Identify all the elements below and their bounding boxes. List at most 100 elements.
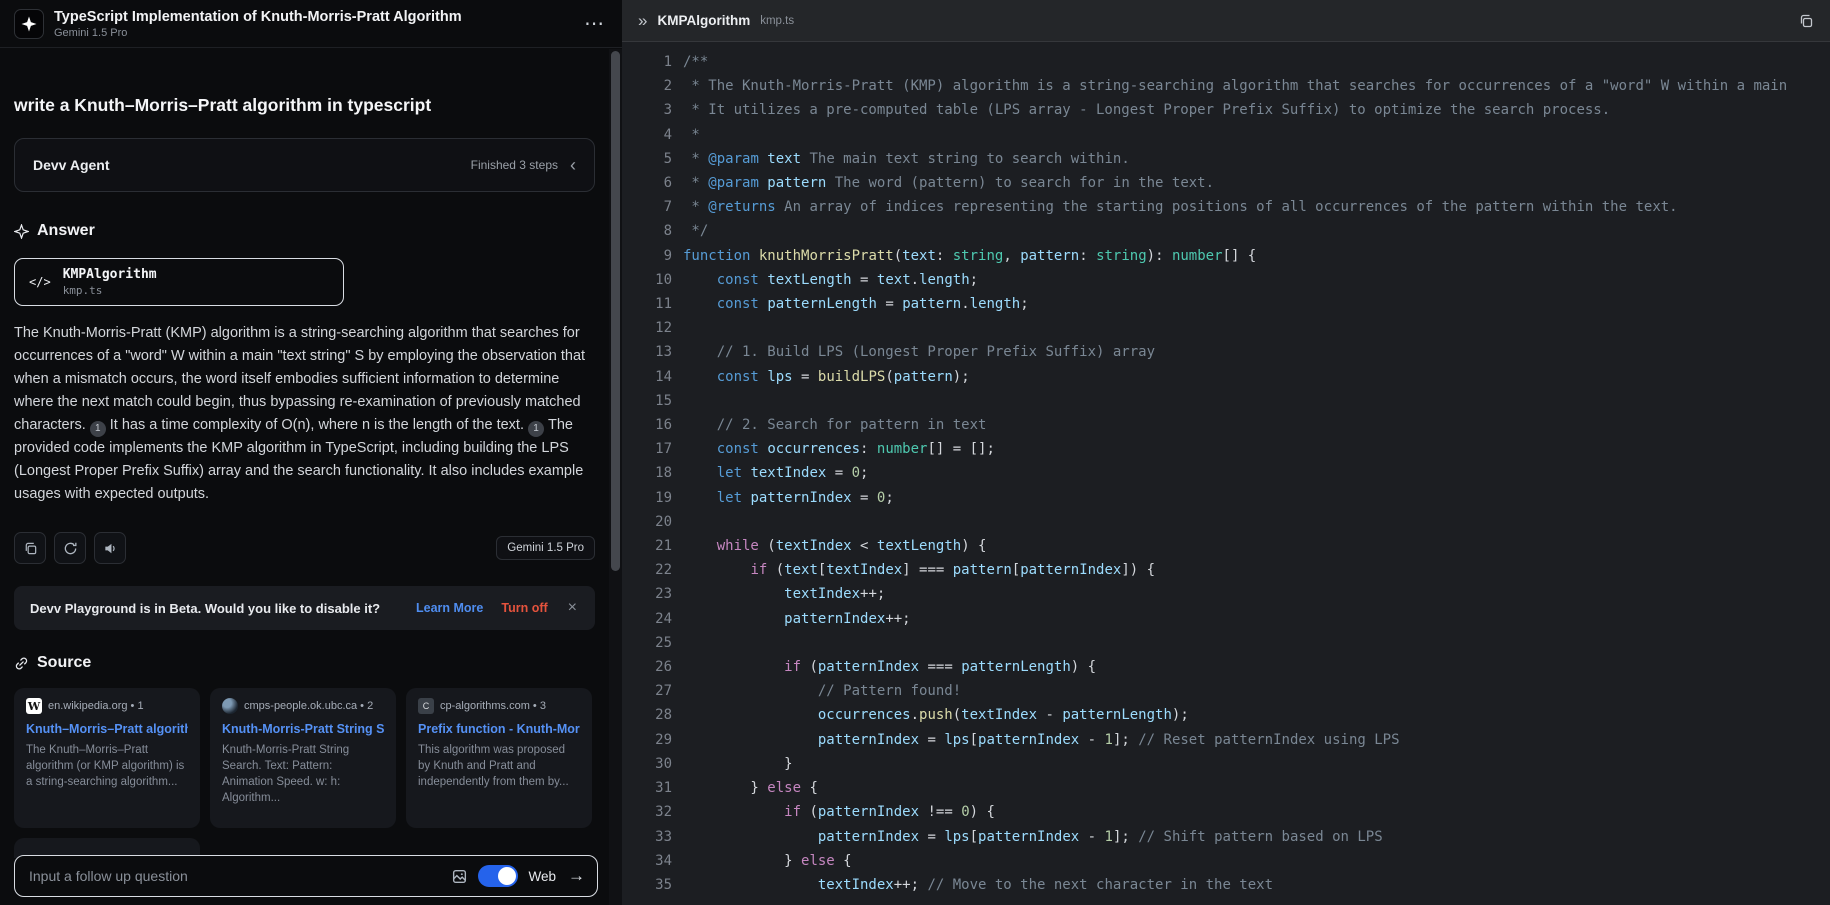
followup-input[interactable]: [27, 867, 441, 885]
code-line: 27 // Pattern found!: [622, 679, 1830, 703]
collapse-panel-icon[interactable]: »: [638, 12, 647, 29]
read-aloud-button[interactable]: [94, 532, 126, 564]
more-options-button[interactable]: ⋯: [580, 14, 608, 34]
web-toggle-label: Web: [528, 869, 556, 884]
source-snippet: The Knuth–Morris–Pratt algorithm (or KMP…: [26, 742, 188, 790]
code-line: 21 while (textIndex < textLength) {: [622, 534, 1830, 558]
refresh-icon: [63, 541, 78, 556]
code-line: 24 patternIndex++;: [622, 607, 1830, 631]
line-number: 32: [622, 800, 672, 824]
answer-paragraph: The Knuth-Morris-Pratt (KMP) algorithm i…: [14, 322, 592, 506]
line-number: 4: [622, 123, 672, 147]
line-number: 9: [622, 244, 672, 268]
file-name: KMPAlgorithm: [63, 267, 157, 282]
app-logo[interactable]: [14, 9, 44, 39]
line-number: 6: [622, 171, 672, 195]
scrollbar-thumb[interactable]: [611, 51, 620, 571]
followup-input-bar: Web →: [14, 855, 598, 897]
copy-button[interactable]: [14, 532, 46, 564]
line-number: 14: [622, 365, 672, 389]
code-line: 13 // 1. Build LPS (Longest Proper Prefi…: [622, 340, 1830, 364]
source-title[interactable]: Prefix function - Knuth-Morris...: [418, 722, 580, 736]
line-number: 5: [622, 147, 672, 171]
code-lines[interactable]: 1/**2 * The Knuth-Morris-Pratt (KMP) alg…: [622, 42, 1830, 905]
chat-header: TypeScript Implementation of Knuth-Morri…: [0, 0, 622, 48]
code-line: 12: [622, 316, 1830, 340]
line-number: 19: [622, 486, 672, 510]
diamond-star-icon: [21, 16, 37, 32]
learn-more-link[interactable]: Learn More: [416, 601, 483, 615]
code-line: 29 patternIndex = lps[patternIndex - 1];…: [622, 728, 1830, 752]
editor-title: KMPAlgorithm: [657, 13, 750, 28]
line-number: 31: [622, 776, 672, 800]
editor-file-path: kmp.ts: [760, 15, 794, 27]
line-number: 22: [622, 558, 672, 582]
model-name: Gemini 1.5 Pro: [54, 27, 462, 39]
line-number: 11: [622, 292, 672, 316]
source-title[interactable]: Knuth–Morris–Pratt algorithm -...: [26, 722, 188, 736]
regenerate-button[interactable]: [54, 532, 86, 564]
code-line: 3 * It utilizes a pre-computed table (LP…: [622, 98, 1830, 122]
answer-heading: Answer: [14, 222, 595, 240]
code-line: 30 }: [622, 752, 1830, 776]
code-line: 35 textIndex++; // Move to the next char…: [622, 873, 1830, 897]
code-line: 2 * The Knuth-Morris-Pratt (KMP) algorit…: [622, 74, 1830, 98]
agent-status: Finished 3 steps: [471, 158, 558, 172]
source-card[interactable]: C cp-algorithms.com • 3 Prefix function …: [406, 688, 592, 828]
line-number: 7: [622, 195, 672, 219]
turn-off-link[interactable]: Turn off: [501, 601, 547, 615]
code-line: 19 let patternIndex = 0;: [622, 486, 1830, 510]
code-line: 26 if (patternIndex === patternLength) {: [622, 655, 1830, 679]
file-path: kmp.ts: [63, 284, 157, 297]
source-site: cp-algorithms.com • 3: [440, 700, 546, 712]
source-card[interactable]: cmps-people.ok.ubc.ca • 2 Knuth-Morris-P…: [210, 688, 396, 828]
line-number: 34: [622, 849, 672, 873]
link-icon: [14, 656, 29, 671]
line-number: 16: [622, 413, 672, 437]
code-line: 9function knuthMorrisPratt(text: string,…: [622, 244, 1830, 268]
close-icon[interactable]: ×: [566, 599, 579, 617]
line-number: 23: [622, 582, 672, 606]
send-button[interactable]: →: [566, 866, 585, 886]
answer-heading-label: Answer: [37, 222, 95, 240]
code-line: 31 } else {: [622, 776, 1830, 800]
code-line: 11 const patternLength = pattern.length;: [622, 292, 1830, 316]
image-icon[interactable]: [451, 868, 468, 885]
code-line: 5 * @param text The main text string to …: [622, 147, 1830, 171]
line-number: 1: [622, 50, 672, 74]
globe-favicon: [222, 698, 238, 714]
citation-badge[interactable]: 1: [90, 421, 106, 437]
beta-banner: Devv Playground is in Beta. Would you li…: [14, 586, 595, 630]
app: TypeScript Implementation of Knuth-Morri…: [0, 0, 1830, 905]
code-line: 33 patternIndex = lps[patternIndex - 1];…: [622, 825, 1830, 849]
copy-code-button[interactable]: [1798, 13, 1814, 29]
citation-badge[interactable]: 1: [528, 421, 544, 437]
agent-card[interactable]: Devv Agent Finished 3 steps ‹: [14, 138, 595, 192]
code-line: 6 * @param pattern The word (pattern) to…: [622, 171, 1830, 195]
code-line: 18 let textIndex = 0;: [622, 461, 1830, 485]
code-line: 34 } else {: [622, 849, 1830, 873]
line-number: 18: [622, 461, 672, 485]
source-site: cmps-people.ok.ubc.ca • 2: [244, 700, 373, 712]
source-title[interactable]: Knuth-Morris-Pratt String Sear...: [222, 722, 384, 736]
source-heading: Source: [14, 654, 595, 672]
line-number: 25: [622, 631, 672, 655]
chat-scrollbar[interactable]: [609, 49, 622, 905]
wikipedia-favicon: W: [26, 698, 42, 714]
line-number: 8: [622, 219, 672, 243]
chevron-left-icon[interactable]: ‹: [570, 156, 576, 174]
line-number: 30: [622, 752, 672, 776]
source-cards: W en.wikipedia.org • 1 Knuth–Morris–Prat…: [14, 688, 595, 828]
line-number: 28: [622, 703, 672, 727]
web-toggle[interactable]: [478, 865, 518, 887]
chat-panel: TypeScript Implementation of Knuth-Morri…: [0, 0, 622, 905]
file-card[interactable]: </> KMPAlgorithm kmp.ts: [14, 258, 344, 306]
chat-title-block: TypeScript Implementation of Knuth-Morri…: [54, 9, 462, 39]
code-line: 20: [622, 510, 1830, 534]
source-card[interactable]: W en.wikipedia.org • 1 Knuth–Morris–Prat…: [14, 688, 200, 828]
speaker-icon: [103, 541, 118, 556]
code-file-icon: </>: [29, 275, 51, 289]
line-number: 26: [622, 655, 672, 679]
line-number: 24: [622, 607, 672, 631]
source-heading-label: Source: [37, 654, 91, 672]
